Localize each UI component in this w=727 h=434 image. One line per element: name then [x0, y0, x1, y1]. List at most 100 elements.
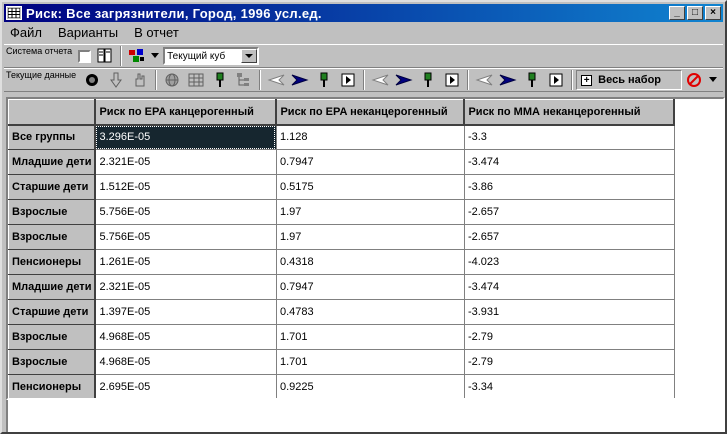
hand-pointer-down-icon[interactable] — [105, 70, 127, 90]
minimize-button[interactable]: _ — [669, 6, 685, 20]
table-cell[interactable]: 1.261E-05 — [95, 249, 277, 275]
flag-icon[interactable] — [521, 70, 543, 90]
table-cell[interactable]: -3.86 — [464, 174, 675, 200]
table-cell[interactable]: 4.968E-05 — [95, 349, 277, 375]
table-row[interactable]: Младшие дети 2.321E-05 0.7947 -3.474 — [8, 149, 675, 175]
table-cell[interactable]: -3.474 — [464, 149, 675, 175]
chevron-down-icon[interactable] — [707, 70, 719, 90]
table-cell[interactable]: 1.128 — [276, 124, 465, 150]
table-cell[interactable]: 1.397E-05 — [95, 299, 277, 325]
book-icon[interactable] — [94, 46, 116, 66]
table-row[interactable]: Взрослые 5.756E-05 1.97 -2.657 — [8, 224, 675, 250]
table-cell[interactable]: 0.7947 — [276, 274, 465, 300]
corner-cell[interactable] — [8, 99, 97, 126]
row-header[interactable]: Пенсионеры — [8, 249, 97, 275]
table-row[interactable]: Все группы 3.296E-05 1.128 -3.3 — [8, 124, 675, 150]
table-cell[interactable]: -3.34 — [464, 374, 675, 398]
close-button[interactable]: × — [705, 6, 721, 20]
chevron-down-icon[interactable] — [150, 46, 160, 66]
cube-select[interactable]: Текущий куб — [163, 47, 260, 65]
title-bar[interactable]: Риск: Все загрязнители, Город, 1996 усл.… — [4, 4, 723, 22]
flag-icon[interactable] — [417, 70, 439, 90]
row-header[interactable]: Взрослые — [8, 224, 97, 250]
table-cell[interactable]: 0.7947 — [276, 149, 465, 175]
arrow-left-icon[interactable] — [369, 70, 391, 90]
chart-icon[interactable] — [126, 46, 148, 66]
globe-icon[interactable] — [161, 70, 183, 90]
table-cell[interactable]: -3.931 — [464, 299, 675, 325]
column-header[interactable]: Риск по EPA канцерогенный — [94, 99, 278, 126]
table-cell[interactable]: 2.321E-05 — [95, 274, 277, 300]
table-cell[interactable]: 5.756E-05 — [95, 224, 277, 250]
menu-to-report[interactable]: В отчет — [128, 25, 185, 40]
menu-file[interactable]: Файл — [4, 25, 48, 40]
row-header[interactable]: Взрослые — [8, 349, 97, 375]
column-header[interactable]: Риск по ММА неканцерогенный — [463, 99, 676, 126]
table-row[interactable]: Старшие дети 1.512E-05 0.5175 -3.86 — [8, 174, 675, 200]
table-cell[interactable]: -2.79 — [464, 349, 675, 375]
table-icon[interactable] — [185, 70, 207, 90]
table-cell[interactable]: 0.4783 — [276, 299, 465, 325]
row-header[interactable]: Взрослые — [8, 199, 97, 225]
table-cell[interactable]: -2.657 — [464, 224, 675, 250]
table-cell[interactable]: 4.968E-05 — [95, 324, 277, 350]
hand-icon[interactable] — [129, 70, 151, 90]
flag-icon[interactable] — [313, 70, 335, 90]
record-icon[interactable] — [81, 70, 103, 90]
play-icon[interactable] — [545, 70, 567, 90]
arrow-right-icon[interactable] — [289, 70, 311, 90]
row-header[interactable]: Младшие дети — [8, 149, 97, 175]
table-cell[interactable]: -2.657 — [464, 199, 675, 225]
arrow-left-icon[interactable] — [265, 70, 287, 90]
expand-icon[interactable]: + — [581, 74, 593, 86]
data-table: Риск по EPA канцерогенный Риск по EPA не… — [8, 99, 676, 398]
table-cell[interactable]: -2.79 — [464, 324, 675, 350]
table-row[interactable]: Пенсионеры 1.261E-05 0.4318 -4.023 — [8, 249, 675, 275]
play-icon[interactable] — [337, 70, 359, 90]
data-set-selector[interactable]: + Весь набор — [576, 70, 683, 90]
row-header[interactable]: Старшие дети — [8, 299, 97, 325]
play-icon[interactable] — [441, 70, 463, 90]
table-cell[interactable]: -4.023 — [464, 249, 675, 275]
table-cell[interactable]: 0.5175 — [276, 174, 465, 200]
table-cell[interactable]: 1.97 — [276, 199, 465, 225]
row-header[interactable]: Все группы — [8, 124, 97, 150]
pin-icon[interactable] — [209, 70, 231, 90]
arrow-right-icon[interactable] — [497, 70, 519, 90]
table-row[interactable]: Взрослые 4.968E-05 1.701 -2.79 — [8, 324, 675, 350]
menu-variants[interactable]: Варианты — [52, 25, 124, 40]
no-entry-icon[interactable] — [683, 70, 705, 90]
table-cell[interactable]: 5.756E-05 — [95, 199, 277, 225]
maximize-button[interactable]: □ — [687, 6, 703, 20]
table-cell[interactable]: 1.512E-05 — [95, 174, 277, 200]
table-cell[interactable]: 2.695E-05 — [95, 374, 277, 398]
table-cell[interactable]: -3.3 — [464, 124, 675, 150]
table-cell[interactable]: 0.9225 — [276, 374, 465, 398]
toolbar-data: Текущие данные + Весь набор — [4, 68, 723, 92]
row-header[interactable]: Пенсионеры — [8, 374, 97, 398]
table-row[interactable]: Взрослые 4.968E-05 1.701 -2.79 — [8, 349, 675, 375]
toolbar-separator — [120, 46, 123, 66]
table-cell[interactable]: 2.321E-05 — [95, 149, 277, 175]
table-cell[interactable]: -3.474 — [464, 274, 675, 300]
table-cell[interactable]: 1.97 — [276, 224, 465, 250]
table-row[interactable]: Пенсионеры 2.695E-05 0.9225 -3.34 — [8, 374, 675, 398]
row-header[interactable]: Младшие дети — [8, 274, 97, 300]
table-row[interactable]: Младшие дети 2.321E-05 0.7947 -3.474 — [8, 274, 675, 300]
table-cell[interactable]: 1.701 — [276, 324, 465, 350]
table-cell[interactable]: 3.296E-05 — [95, 124, 277, 150]
grid-app-icon[interactable] — [6, 6, 22, 20]
table-row[interactable]: Взрослые 5.756E-05 1.97 -2.657 — [8, 199, 675, 225]
data-grid[interactable]: Риск по EPA канцерогенный Риск по EPA не… — [6, 97, 725, 400]
table-row[interactable]: Старшие дети 1.397E-05 0.4783 -3.931 — [8, 299, 675, 325]
chevron-down-icon[interactable] — [241, 49, 258, 63]
row-header[interactable]: Взрослые — [8, 324, 97, 350]
report-checkbox[interactable] — [78, 49, 92, 63]
arrow-right-icon[interactable] — [393, 70, 415, 90]
row-header[interactable]: Старшие дети — [8, 174, 97, 200]
tree-icon[interactable] — [233, 70, 255, 90]
table-cell[interactable]: 0.4318 — [276, 249, 465, 275]
column-header[interactable]: Риск по EPA неканцерогенный — [275, 99, 466, 126]
table-cell[interactable]: 1.701 — [276, 349, 465, 375]
arrow-left-icon[interactable] — [473, 70, 495, 90]
